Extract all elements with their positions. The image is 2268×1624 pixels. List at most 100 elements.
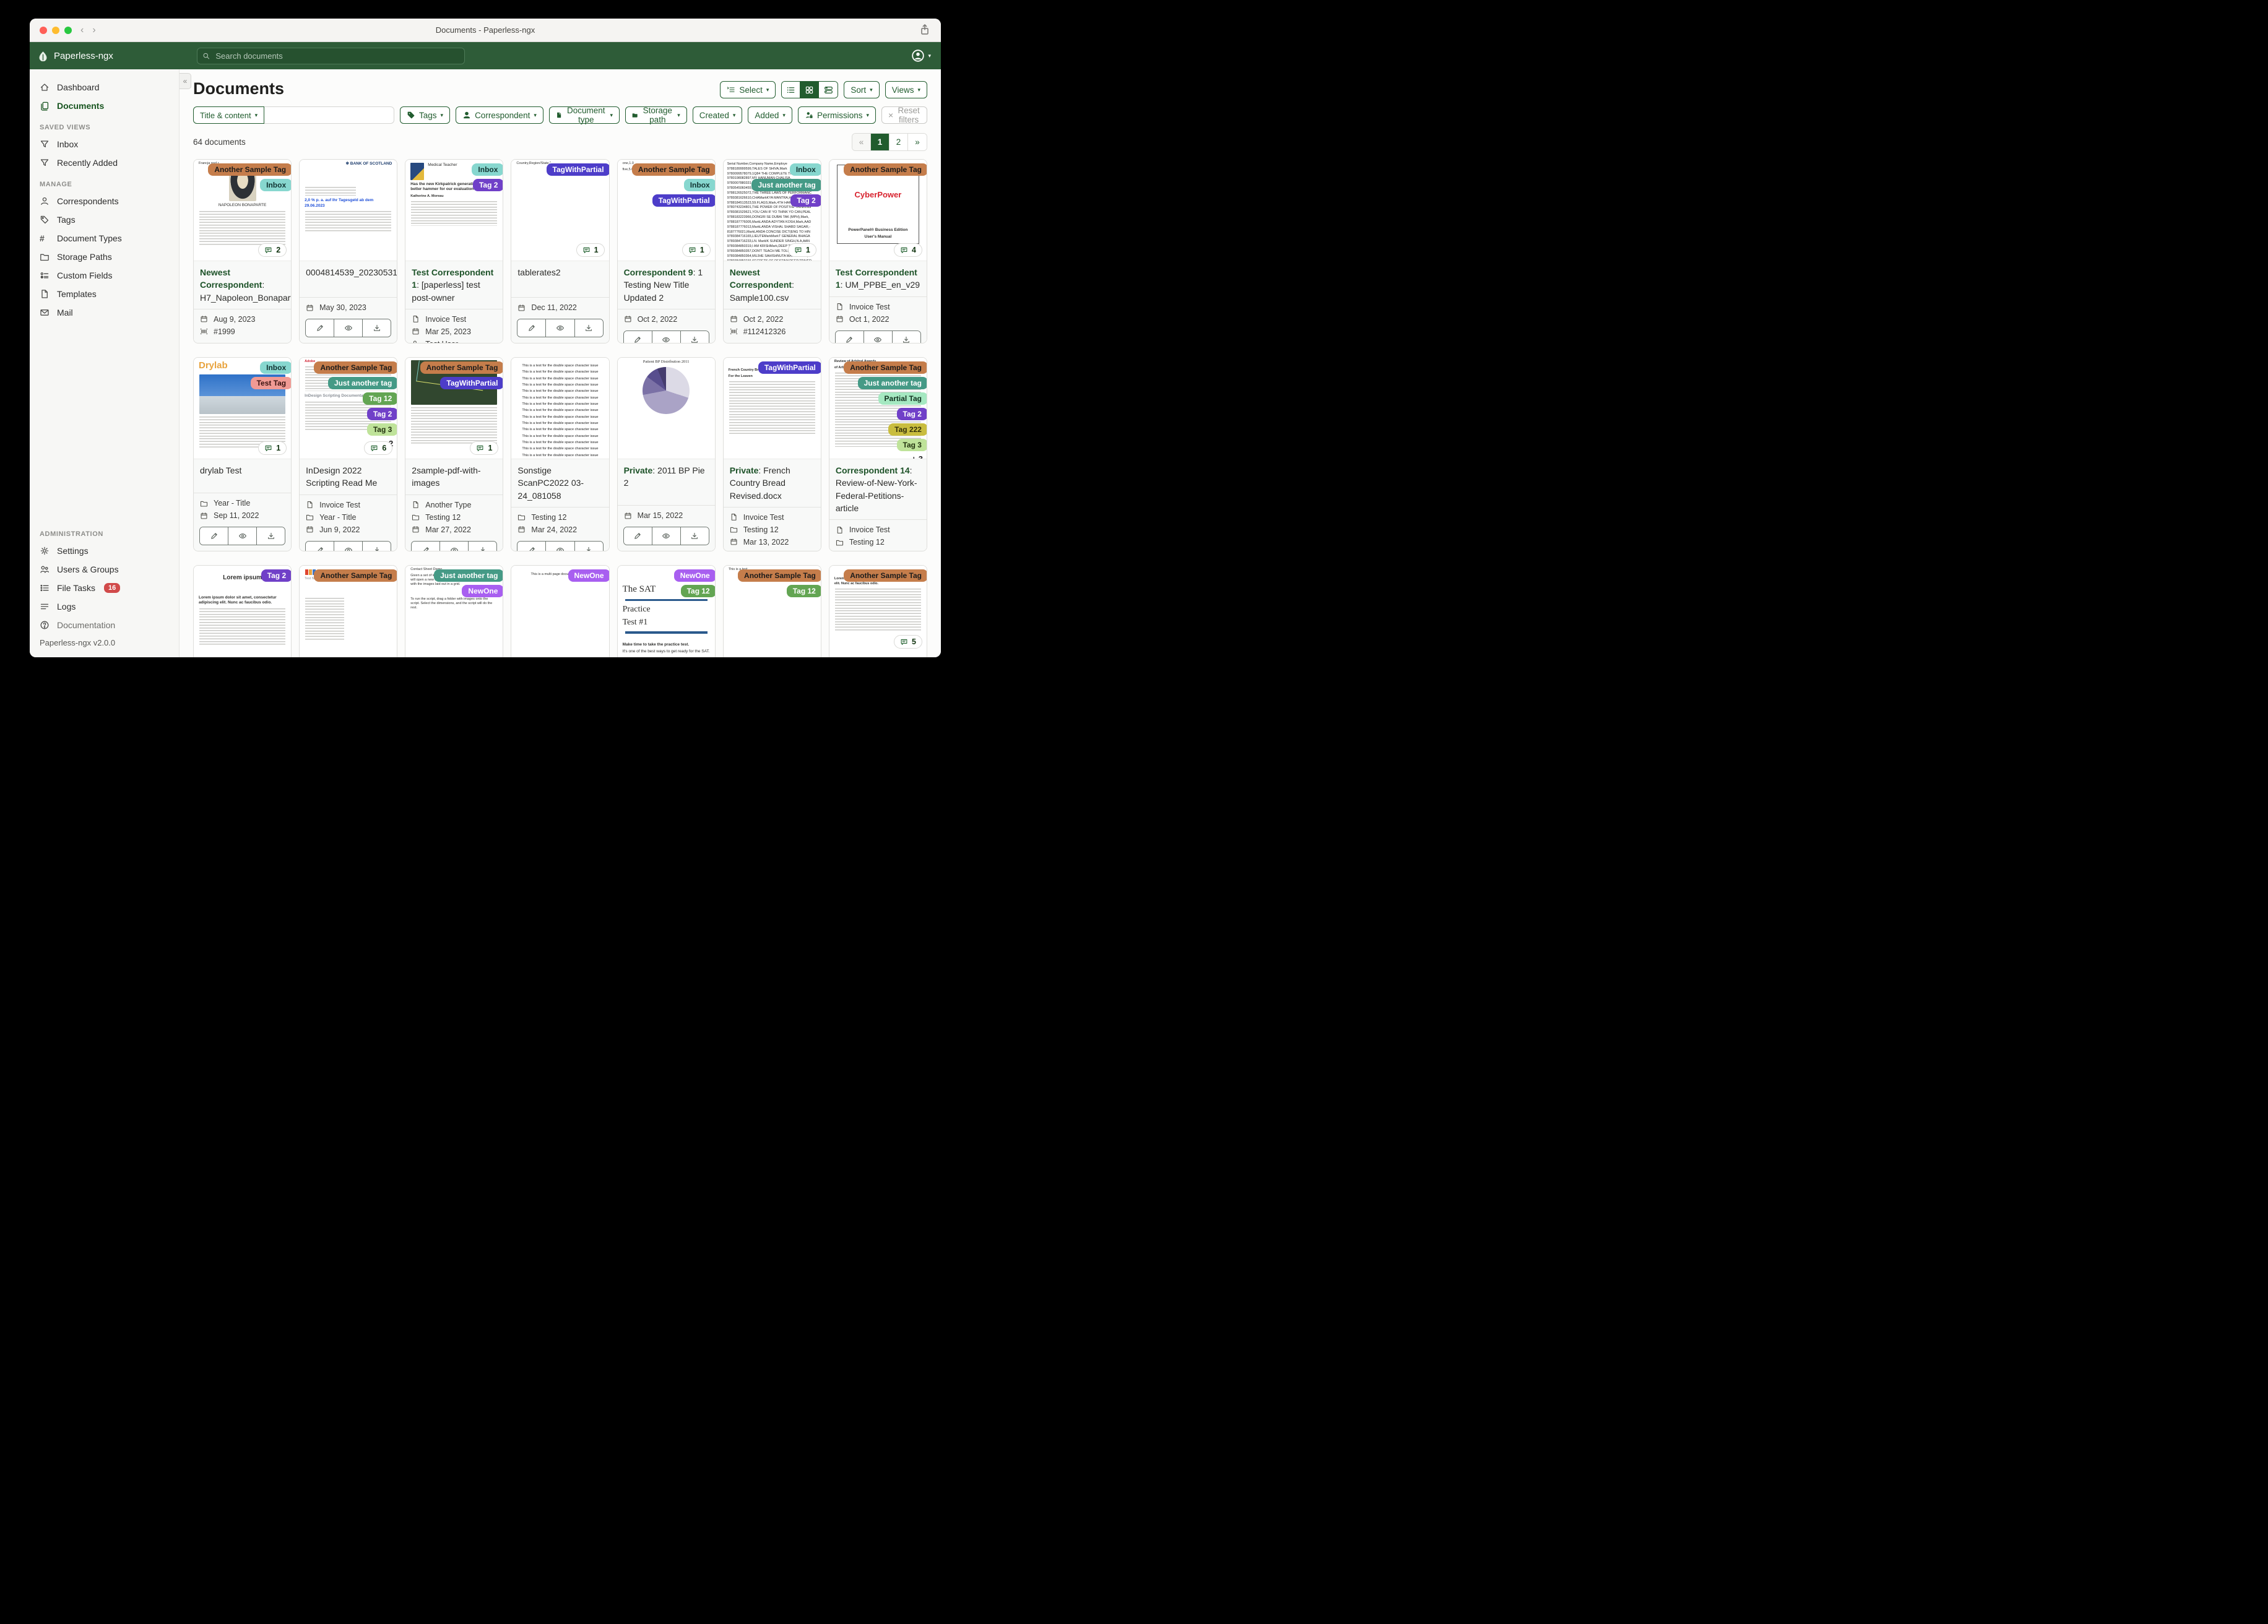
document-preview[interactable]: ✻ BANK OF SCOTLAND 2,0 % p. a. auf Ihr Ta… xyxy=(300,160,397,261)
sidebar-item-documentation[interactable]: Documentation xyxy=(30,616,179,634)
edit-button[interactable] xyxy=(623,527,652,545)
document-title[interactable]: drylab Test xyxy=(194,459,291,493)
metadata-row[interactable]: Jun 9, 2022 xyxy=(306,524,391,536)
metadata-row[interactable]: Invoice Test xyxy=(730,511,815,524)
tag-badge[interactable]: Partial Tag xyxy=(878,392,927,405)
comment-count-badge[interactable]: 2 xyxy=(258,243,287,257)
brand[interactable]: Paperless-ngx xyxy=(38,51,113,61)
document-preview[interactable]: Review of Arbitral Awardsof ArbitralAnot… xyxy=(829,358,927,459)
document-title[interactable]: Correspondent 9: 1 Testing New Title Upd… xyxy=(618,261,715,309)
document-title[interactable]: Sonstige ScanPC2022 03-24_081058 xyxy=(511,459,608,507)
tag-badge[interactable]: Inbox xyxy=(789,163,821,176)
download-button[interactable] xyxy=(257,527,285,545)
document-title[interactable]: Test Correspondent 1: [paperless] test p… xyxy=(405,261,503,309)
view-button[interactable] xyxy=(546,541,575,551)
document-preview[interactable]: Contact Sheet DemoGiven a set of image f… xyxy=(405,566,503,657)
view-button[interactable] xyxy=(228,527,258,545)
metadata-row[interactable]: Test User xyxy=(412,338,496,343)
metadata-row[interactable]: Testing 12 xyxy=(517,511,602,524)
metadata-row[interactable]: Sep 11, 2022 xyxy=(200,509,285,522)
document-title[interactable]: Test Correspondent 1: UM_PPBE_en_v29 xyxy=(829,261,927,296)
document-title[interactable]: 2sample-pdf-with-images xyxy=(405,459,503,495)
metadata-row[interactable]: Mar 25, 2023 xyxy=(412,326,496,338)
document-preview[interactable]: CyberPower PowerPanel® Business Edition Us… xyxy=(829,160,927,261)
pagination-page-1[interactable]: 1 xyxy=(871,134,889,150)
document-preview[interactable]: one,1.0 five,5.0 Another Sample Tag Inbox Ta… xyxy=(617,160,715,261)
tag-badge[interactable]: Another Sample Tag xyxy=(314,361,397,374)
download-button[interactable] xyxy=(574,541,603,551)
document-title[interactable]: tablerates2 xyxy=(511,261,608,297)
document-title[interactable]: Correspondent 14: Review-of-New-York-Fed… xyxy=(829,459,927,519)
document-preview[interactable]: Patient BP Distribution 2011 xyxy=(617,358,715,459)
download-button[interactable] xyxy=(363,541,391,551)
tag-badge[interactable]: Tag 12 xyxy=(786,585,821,597)
tag-badge[interactable]: Another Sample Tag xyxy=(844,569,927,582)
sidebar-item-templates[interactable]: Templates xyxy=(30,285,179,303)
download-button[interactable] xyxy=(680,527,709,545)
tag-badge[interactable]: Tag 2 xyxy=(366,408,397,420)
sidebar-item-inbox[interactable]: Inbox xyxy=(30,135,179,153)
metadata-row[interactable]: Mar 13, 2022 xyxy=(730,536,815,548)
edit-button[interactable] xyxy=(517,541,547,551)
edit-button[interactable] xyxy=(517,319,547,337)
view-button[interactable] xyxy=(863,330,893,343)
sidebar-item-users-groups[interactable]: Users & Groups xyxy=(30,560,179,579)
search-input[interactable] xyxy=(214,50,459,61)
document-title[interactable]: Newest Correspondent: Sample100.csv xyxy=(724,261,821,309)
tag-badge[interactable]: Another Sample Tag xyxy=(844,361,927,374)
download-button[interactable] xyxy=(469,541,497,551)
document-preview[interactable]: This is a test for the double space char… xyxy=(511,358,609,459)
comment-count-badge[interactable]: 1 xyxy=(258,441,287,455)
tag-badge[interactable]: Inbox xyxy=(260,361,292,374)
sidebar-item-logs[interactable]: Logs xyxy=(30,597,179,616)
sort-button[interactable]: Sort ▾ xyxy=(844,81,880,98)
metadata-row[interactable]: Mar 27, 2022 xyxy=(412,524,496,536)
document-preview[interactable]: Country,Region/State," TagWithPartial 1 xyxy=(511,160,609,261)
tag-badge[interactable]: Another Sample Tag xyxy=(208,163,292,176)
share-icon[interactable] xyxy=(919,24,931,36)
tag-badge[interactable]: TagWithPartial xyxy=(546,163,609,176)
metadata-row[interactable]: Mar 15, 2022 xyxy=(624,509,709,522)
metadata-row[interactable]: Invoice Test xyxy=(836,524,920,536)
document-preview[interactable]: The SAT Practice Test #1 Make time to take … xyxy=(617,566,715,657)
tag-badge[interactable]: Tag 2 xyxy=(896,408,927,420)
sidebar-item-file-tasks[interactable]: File Tasks 16 xyxy=(30,579,179,597)
document-preview[interactable]: This is a multi page document. Page 1. Ne… xyxy=(511,566,609,657)
metadata-row[interactable]: Oct 1, 2022 xyxy=(836,313,920,326)
comment-count-badge[interactable]: 6 xyxy=(364,441,393,455)
edit-button[interactable] xyxy=(200,527,229,545)
edit-button[interactable] xyxy=(623,330,652,343)
comment-count-badge[interactable]: 1 xyxy=(682,243,711,257)
tag-badge[interactable]: Inbox xyxy=(472,163,503,176)
metadata-row[interactable]: Oct 2, 2022 xyxy=(624,313,709,326)
document-preview[interactable]: This is a test Another Sample Tag Tag 12 xyxy=(723,566,821,657)
view-mode-grid-view[interactable] xyxy=(800,82,820,98)
sidebar-item-custom-fields[interactable]: Custom Fields xyxy=(30,266,179,285)
metadata-row[interactable]: Year - Title xyxy=(306,511,391,524)
filter-created-button[interactable]: Created ▾ xyxy=(692,106,743,124)
document-title[interactable]: 0004814539_20230531 xyxy=(300,261,397,297)
tag-badge[interactable]: Just another tag xyxy=(751,179,821,191)
filter-permissions-button[interactable]: Permissions ▾ xyxy=(797,106,876,124)
document-preview[interactable]: Lorem ipsumLorem ipsum dolor sit amet, c… xyxy=(194,566,292,657)
metadata-row[interactable]: Invoice Test xyxy=(412,313,496,326)
metadata-row[interactable]: Testing 12 xyxy=(412,511,496,524)
edit-button[interactable] xyxy=(306,541,335,551)
document-preview[interactable]: Test Name Another Sample Tag xyxy=(300,566,397,657)
tag-badge[interactable]: Inbox xyxy=(683,179,715,191)
document-preview[interactable]: Another Sample Tag TagWithPartial 1 xyxy=(405,358,503,459)
tag-badge[interactable]: Just another tag xyxy=(857,377,927,389)
sidebar-item-document-types[interactable]: # Document Types xyxy=(30,229,179,248)
comment-count-badge[interactable]: 1 xyxy=(470,441,499,455)
view-button[interactable] xyxy=(652,330,681,343)
comment-count-badge[interactable]: 4 xyxy=(894,243,922,257)
filter-tags-button[interactable]: Tags ▾ xyxy=(400,106,451,124)
download-button[interactable] xyxy=(680,330,709,343)
pagination-page-2[interactable]: 2 xyxy=(889,134,908,150)
tag-badge[interactable]: TagWithPartial xyxy=(440,377,503,389)
sidebar-item-tags[interactable]: Tags xyxy=(30,210,179,229)
tag-badge[interactable]: NewOne xyxy=(673,569,715,582)
tag-badge[interactable]: Just another tag xyxy=(327,377,397,389)
tag-badge[interactable]: Tag 222 xyxy=(888,423,927,436)
filter-storage-path-button[interactable]: Storage path ▾ xyxy=(625,106,687,124)
